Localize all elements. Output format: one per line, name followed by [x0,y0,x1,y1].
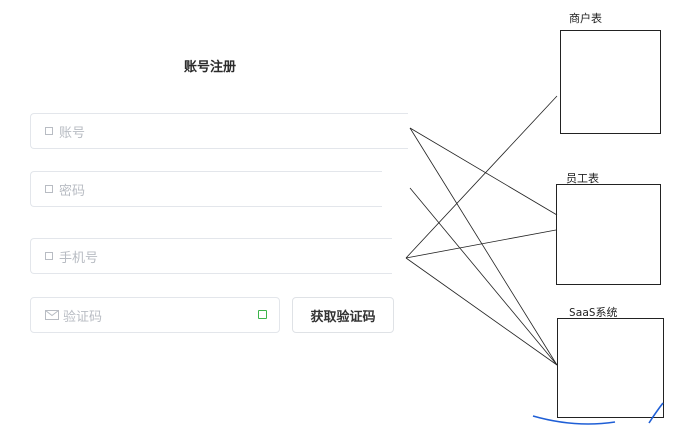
annotation-arc [648,402,664,424]
annotation-arc [532,415,616,425]
connector-lines [405,95,664,425]
connector-line [409,127,558,216]
connector-line [409,127,558,366]
